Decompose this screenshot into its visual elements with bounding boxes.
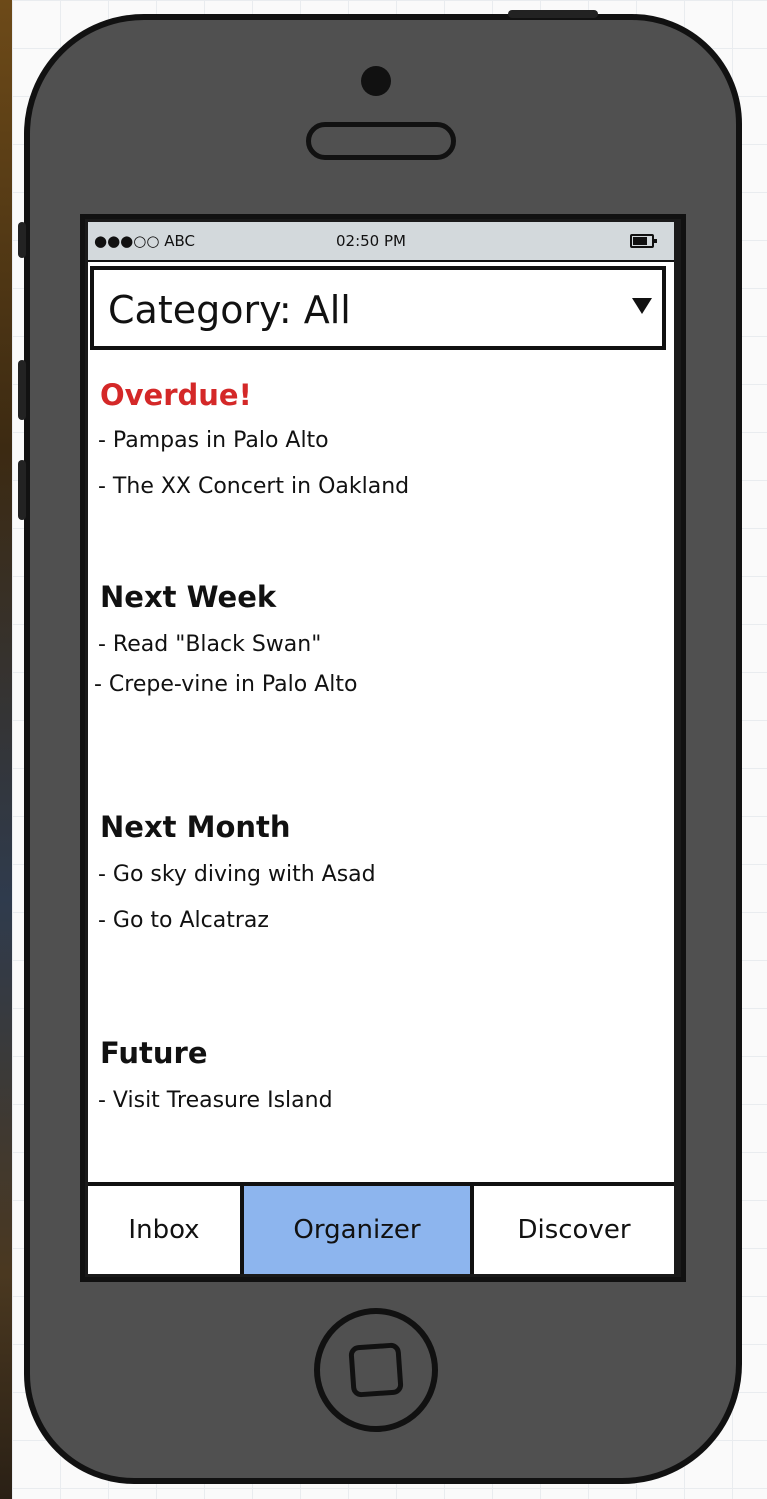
volume-up-button — [18, 360, 26, 420]
section-title-next-month: Next Month — [100, 810, 291, 844]
list-item[interactable]: - Crepe-vine in Palo Alto — [94, 672, 357, 697]
list-item[interactable]: - Pampas in Palo Alto — [98, 428, 329, 453]
list-item[interactable]: - Go to Alcatraz — [98, 908, 269, 933]
front-camera-icon — [361, 66, 391, 96]
section-title-overdue: Overdue! — [100, 378, 252, 412]
list-item[interactable]: - The XX Concert in Oakland — [98, 474, 409, 499]
tab-discover[interactable]: Discover — [474, 1186, 674, 1274]
list-item[interactable]: - Go sky diving with Asad — [98, 862, 376, 887]
status-time: 02:50 PM — [336, 232, 406, 250]
home-button[interactable] — [314, 1308, 438, 1432]
section-title-future: Future — [100, 1036, 208, 1070]
tab-bar: Inbox Organizer Discover — [88, 1182, 674, 1274]
category-label: Category: All — [108, 288, 351, 332]
power-button — [508, 10, 598, 18]
list-item[interactable]: - Read "Black Swan" — [98, 632, 321, 657]
carrier-signal: ●●●○○ ABC — [94, 232, 195, 250]
screen: ●●●○○ ABC 02:50 PM Category: All Overdue… — [88, 222, 674, 1274]
dropdown-arrow-icon — [632, 298, 652, 314]
speaker-grille — [306, 122, 456, 160]
category-dropdown[interactable]: Category: All — [90, 266, 666, 350]
volume-down-button — [18, 460, 26, 520]
section-title-next-week: Next Week — [100, 580, 277, 614]
tab-inbox[interactable]: Inbox — [88, 1186, 244, 1274]
battery-icon — [630, 234, 657, 248]
home-square-icon — [348, 1342, 404, 1398]
status-bar: ●●●○○ ABC 02:50 PM — [88, 222, 674, 262]
silent-switch — [18, 222, 26, 258]
list-item[interactable]: - Visit Treasure Island — [98, 1088, 333, 1113]
tab-organizer[interactable]: Organizer — [244, 1186, 474, 1274]
